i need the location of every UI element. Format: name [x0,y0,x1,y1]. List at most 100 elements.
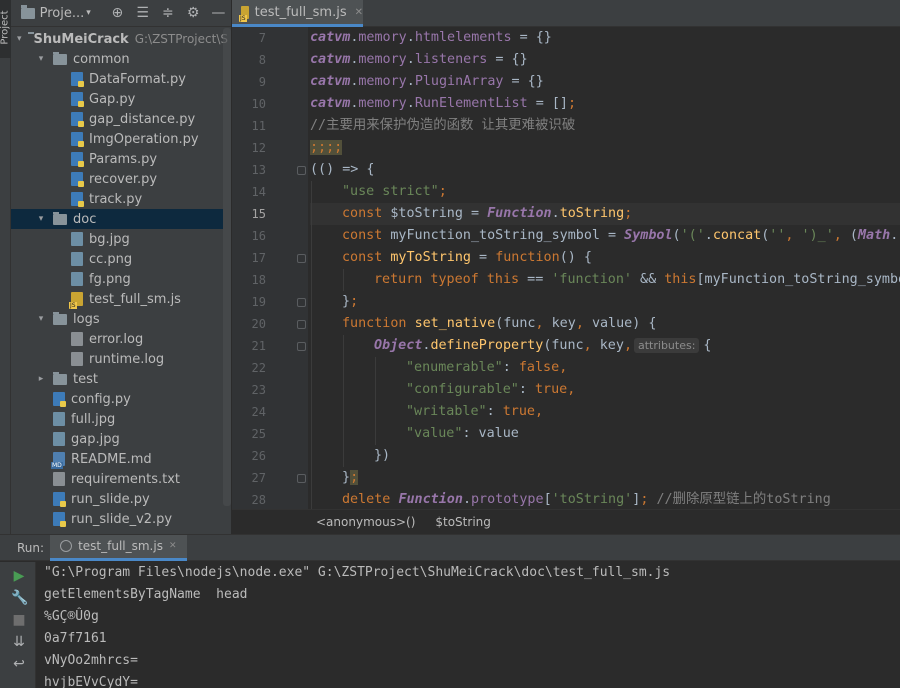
tree-file[interactable]: ImgOperation.py [11,129,223,149]
project-tool-tab[interactable]: Project [0,0,11,58]
code-token: prototype [471,492,544,507]
hide-panel-icon[interactable]: — [206,5,231,21]
tool-window-strip: Project [0,0,11,540]
code-token: , [583,338,600,353]
code-token: memory [358,52,407,67]
parameter-hint: attributes: [634,338,700,353]
dropdown-caret-icon[interactable]: ▾ [86,8,91,18]
line-number: 13 [251,163,266,177]
tree-folder[interactable]: ▸ test [11,369,223,389]
chevron-down-icon[interactable]: ▾ [35,214,47,224]
tree-file[interactable]: config.py [11,389,223,409]
code-token: catvm [310,96,351,111]
tree-file[interactable]: Params.py [11,149,223,169]
line-number: 24 [251,405,266,419]
tree-file[interactable]: error.log [11,329,223,349]
console-output[interactable]: "G:\Program Files\nodejs\node.exe" G:\ZS… [44,562,900,688]
rerun-play-icon[interactable]: ▶ [11,568,27,584]
console-line: 0a7f7161 [44,631,107,646]
code-token: delete [342,492,399,507]
code-content: //主要用来保护伪造的函数 让其更难被识破 [310,115,575,137]
expand-all-icon[interactable]: ☰ [130,5,155,21]
indent-guide [343,269,344,291]
line-number: 23 [251,383,266,397]
code-token: key [599,338,624,353]
chevron-down-icon[interactable]: ▾ [35,54,47,64]
tree-file[interactable]: run_slide.py [11,489,223,509]
code-line[interactable]: const $toString = Function.toString; [310,203,900,225]
code-token: true [535,382,568,397]
tree-folder[interactable]: ▾ doc [11,209,223,229]
tree-folder[interactable]: ▾ logs [11,309,223,329]
scroll-to-end-icon[interactable]: ⇊ [11,634,27,650]
tree-item-label: config.py [71,391,131,407]
tree-file[interactable]: runtime.log [11,349,223,369]
soft-wrap-icon[interactable]: ↩ [11,656,27,672]
tree-file[interactable]: Gap.py [11,89,223,109]
tree-folder[interactable]: ▾ common [11,49,223,69]
tree-file[interactable]: recover.py [11,169,223,189]
stop-icon[interactable]: ■ [11,612,27,628]
tree-folder[interactable]: ▾ ShuMeiCrack G:\ZSTProject\S [11,29,228,49]
tree-file[interactable]: track.py [11,189,223,209]
code-token: = [471,250,496,265]
close-run-tab-icon[interactable]: ✕ [169,541,177,551]
indent-guide [375,423,376,445]
editor-tab-test-full-sm-js[interactable]: test_full_sm.js ✕ [232,0,363,27]
project-view-selector[interactable]: Proje... [40,6,85,21]
tree-file[interactable]: requirements.txt [11,469,223,489]
code-token: set_native [414,316,496,331]
line-number: 25 [251,427,266,441]
code-token: Object [374,338,423,353]
close-tab-icon[interactable]: ✕ [355,7,363,18]
code-content: "enumerable": false, [406,357,567,379]
tree-file[interactable]: run_slide_v2.py [11,509,223,529]
line-number: 17 [251,251,266,265]
indent-guide [311,423,312,445]
tree-file[interactable]: full.jpg [11,409,223,429]
tree-file[interactable]: test_full_sm.js [11,289,223,309]
settings-gear-icon[interactable]: ⚙ [181,5,206,21]
breadcrumb-item[interactable]: <anonymous>() [316,515,415,529]
tree-file[interactable]: README.md [11,449,223,469]
tree-file[interactable]: cc.png [11,249,223,269]
run-tab[interactable]: test_full_sm.js ✕ [50,534,187,561]
txt-file-icon [71,332,83,346]
breadcrumb-item[interactable]: $toString [435,515,491,529]
chevron-right-icon[interactable]: ▸ [35,374,47,384]
img-file-icon [53,412,65,426]
chevron-down-icon[interactable]: ▾ [35,314,47,324]
code-content: const $toString = Function.toString; [342,203,632,225]
project-scrollbar[interactable] [223,28,231,506]
code-token: catvm [310,74,351,89]
line-number: 15 [251,207,266,221]
collapse-all-icon[interactable]: ≑ [155,5,180,21]
code-token: } [342,294,351,309]
tree-file[interactable]: bg.jpg [11,229,223,249]
fold-marker-icon[interactable] [297,166,306,175]
console-line: getElementsByTagName head [44,587,248,602]
code-content: catvm.memory.PluginArray = {} [310,71,544,93]
fold-marker-icon[interactable] [297,254,306,263]
tree-file[interactable]: gap_distance.py [11,109,223,129]
run-tool-window: Run: test_full_sm.js ✕ ▶ 🔧 ■ ⇊ ↩ "G:\Pro… [0,534,900,688]
fold-marker-icon[interactable] [297,298,306,307]
tree-item-label: ShuMeiCrack [33,31,129,47]
fold-marker-icon[interactable] [297,320,306,329]
locate-file-icon[interactable]: ⊕ [105,5,130,21]
tree-file[interactable]: DataFormat.py [11,69,223,89]
fold-marker-icon[interactable] [297,474,306,483]
js-file-icon [239,5,249,22]
code-token: listeners [414,52,488,67]
tree-file[interactable]: fg.png [11,269,223,289]
code-token: , [575,316,592,331]
tree-file[interactable]: gap.jpg [11,429,223,449]
wrench-icon[interactable]: 🔧 [11,590,28,606]
code-token: ; [568,96,577,111]
console-line: %GÇ®Û0g [44,609,99,624]
tree-item-label: cc.png [89,251,133,267]
code-editor[interactable]: catvm.memory.htmlelements = {} catvm.memo… [310,27,900,509]
chevron-down-icon[interactable]: ▾ [17,34,22,44]
code-content: catvm.memory.RunElementList = []; [310,93,576,115]
fold-marker-icon[interactable] [297,342,306,351]
